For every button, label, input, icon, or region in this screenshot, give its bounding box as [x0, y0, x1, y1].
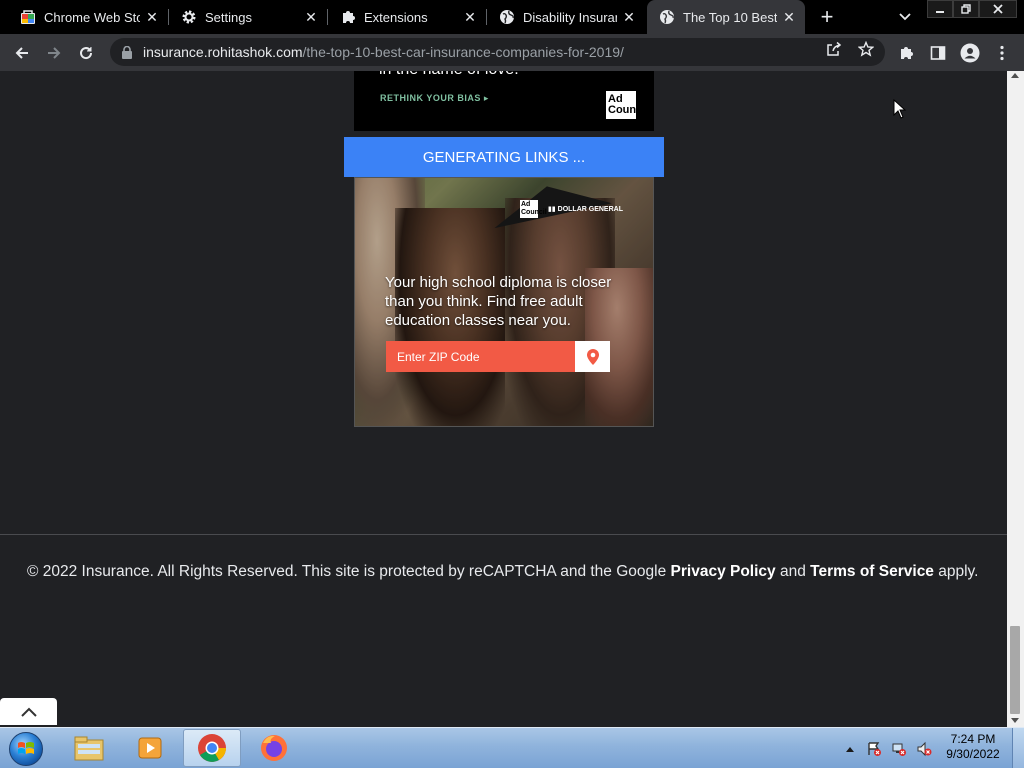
lock-icon[interactable] [120, 45, 134, 59]
mouse-cursor-icon [893, 99, 907, 119]
chrome-taskbar-icon[interactable] [183, 729, 241, 767]
ad-link[interactable]: RETHINK YOUR BIAS ▸ [380, 93, 489, 104]
globe-icon [659, 9, 675, 25]
address-bar[interactable]: insurance.rohitashok.com/the-top-10-best… [110, 38, 885, 66]
extensions-puzzle-icon[interactable] [893, 40, 919, 66]
ad-banner-top[interactable]: in the name of love. RETHINK YOUR BIAS ▸… [354, 71, 654, 131]
ad-logos: Ad Council ▮▮ DOLLAR GENERAL [520, 200, 623, 218]
tab-disability-insurance[interactable]: Disability Insurance ✕ [487, 0, 645, 34]
windows-logo-icon [9, 732, 43, 766]
profile-avatar-icon[interactable] [957, 40, 983, 66]
windows-taskbar: 7:24 PM 9/30/2022 [0, 727, 1024, 768]
start-button[interactable] [6, 730, 46, 768]
tab-title: Extensions [364, 9, 428, 25]
scroll-down-arrow-icon[interactable] [1011, 718, 1019, 723]
tab-title: Chrome Web Store [44, 9, 140, 25]
ad-banner-diploma[interactable]: Ad Council ▮▮ DOLLAR GENERAL Your high sc… [354, 177, 654, 427]
tray-overflow-icon[interactable] [842, 728, 858, 768]
site-footer: © 2022 Insurance. All Rights Reserved. T… [27, 563, 997, 581]
side-panel-icon[interactable] [925, 40, 951, 66]
footer-divider [0, 534, 1007, 535]
menu-kebab-icon[interactable] [989, 40, 1015, 66]
terms-of-service-link[interactable]: Terms of Service [810, 563, 934, 580]
show-desktop-button[interactable] [1012, 728, 1024, 768]
close-icon[interactable]: ✕ [144, 9, 160, 25]
browser-toolbar: insurance.rohitashok.com/the-top-10-best… [0, 34, 1024, 71]
close-icon[interactable]: ✕ [462, 9, 478, 25]
chrome-web-store-icon [20, 9, 36, 25]
tab-title: Settings [205, 9, 252, 25]
star-icon[interactable] [857, 40, 875, 58]
map-pin-icon[interactable] [575, 341, 610, 372]
url-host: insurance.rohitashok.com [143, 44, 303, 60]
tab-title: Disability Insurance [523, 9, 617, 25]
back-to-top-button[interactable] [0, 698, 57, 725]
back-button[interactable] [9, 40, 35, 66]
media-player-icon[interactable] [121, 729, 179, 767]
footer-copyright: © 2022 Insurance. All Rights Reserved. T… [27, 563, 667, 580]
url-text: insurance.rohitashok.com/the-top-10-best… [143, 44, 624, 60]
dollar-general-logo: ▮▮ DOLLAR GENERAL [548, 206, 623, 213]
scrollbar-thumb[interactable] [1010, 626, 1020, 714]
tab-title: The Top 10 Best Car Insurance [683, 9, 777, 25]
scroll-up-arrow-icon[interactable] [1011, 73, 1019, 78]
reload-button[interactable] [73, 40, 99, 66]
tab-search-icon[interactable] [895, 7, 915, 27]
close-icon[interactable]: ✕ [621, 9, 637, 25]
tab-extensions[interactable]: Extensions ✕ [328, 0, 486, 34]
clock-time: 7:24 PM [950, 732, 996, 746]
close-window-button[interactable] [979, 0, 1017, 18]
volume-muted-icon[interactable] [914, 728, 934, 768]
url-path: /the-top-10-best-car-insurance-companies… [302, 44, 624, 60]
share-icon[interactable] [825, 40, 843, 58]
action-center-icon[interactable] [864, 728, 884, 768]
firefox-icon[interactable] [245, 729, 303, 767]
tab-chrome-web-store[interactable]: Chrome Web Store ✕ [8, 0, 168, 34]
close-icon[interactable]: ✕ [303, 9, 319, 25]
ad-headline: in the name of love. [379, 71, 519, 79]
globe-icon [499, 9, 515, 25]
forward-button[interactable] [41, 40, 67, 66]
puzzle-icon [340, 9, 356, 25]
page-scrollbar[interactable] [1007, 71, 1024, 727]
file-explorer-icon[interactable] [60, 729, 118, 767]
tab-active[interactable]: The Top 10 Best Car Insurance ✕ [647, 0, 805, 34]
generating-links-button[interactable]: GENERATING LINKS ... [344, 137, 664, 177]
privacy-policy-link[interactable]: Privacy Policy [671, 563, 776, 580]
ad-council-logo: Ad Council [606, 91, 648, 119]
clock-date: 9/30/2022 [946, 747, 1000, 761]
ad-council-logo: Ad Council [520, 200, 547, 218]
web-page: in the name of love. RETHINK YOUR BIAS ▸… [0, 71, 1007, 727]
footer-apply: apply. [938, 563, 979, 580]
tab-settings[interactable]: Settings ✕ [169, 0, 327, 34]
restore-button[interactable] [953, 0, 979, 18]
network-icon[interactable] [889, 728, 909, 768]
close-icon[interactable]: ✕ [781, 9, 797, 25]
gear-icon [181, 9, 197, 25]
ad-message: Your high school diploma is closer than … [385, 274, 612, 329]
minimize-button[interactable] [927, 0, 953, 18]
system-clock[interactable]: 7:24 PM 9/30/2022 [938, 732, 1008, 762]
new-tab-button[interactable]: + [815, 4, 839, 29]
tab-strip: Chrome Web Store ✕ Settings ✕ Extensions… [0, 0, 1024, 34]
footer-and: and [779, 563, 806, 580]
